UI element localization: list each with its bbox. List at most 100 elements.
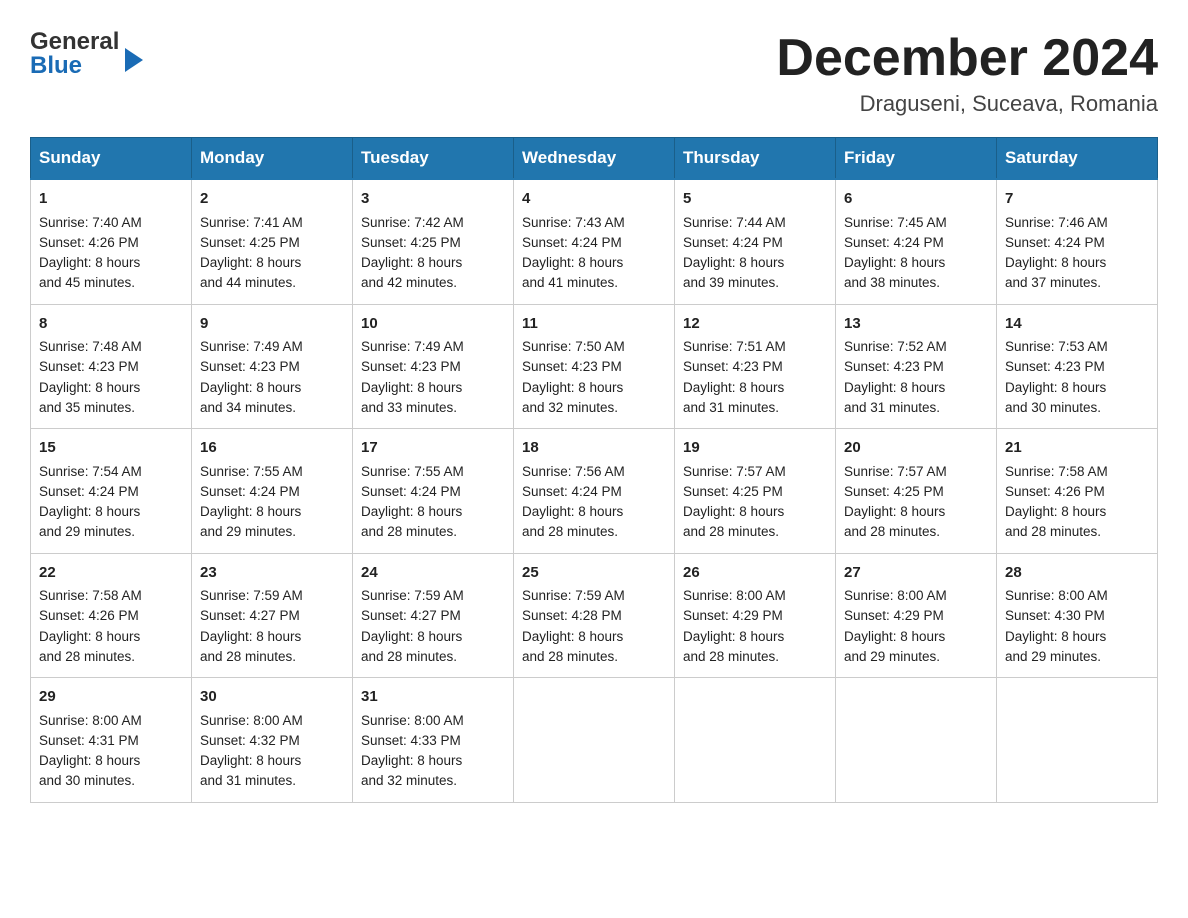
day-info: Daylight: 8 hours xyxy=(844,253,988,273)
day-info: Daylight: 8 hours xyxy=(361,378,505,398)
day-info: Sunset: 4:31 PM xyxy=(39,731,183,751)
day-info: and 42 minutes. xyxy=(361,273,505,293)
day-info: Sunrise: 8:00 AM xyxy=(844,586,988,606)
day-info: Sunset: 4:33 PM xyxy=(361,731,505,751)
day-info: and 32 minutes. xyxy=(522,398,666,418)
day-info: and 28 minutes. xyxy=(522,647,666,667)
calendar-cell xyxy=(997,678,1158,803)
day-number: 2 xyxy=(200,188,344,211)
day-info: Sunrise: 8:00 AM xyxy=(200,711,344,731)
calendar-cell: 11Sunrise: 7:50 AMSunset: 4:23 PMDayligh… xyxy=(514,304,675,429)
day-number: 18 xyxy=(522,437,666,460)
day-number: 31 xyxy=(361,686,505,709)
day-number: 12 xyxy=(683,313,827,336)
day-number: 4 xyxy=(522,188,666,211)
day-info: Sunrise: 7:55 AM xyxy=(200,462,344,482)
calendar-cell: 2Sunrise: 7:41 AMSunset: 4:25 PMDaylight… xyxy=(192,179,353,304)
week-row-2: 8Sunrise: 7:48 AMSunset: 4:23 PMDaylight… xyxy=(31,304,1158,429)
calendar-cell: 14Sunrise: 7:53 AMSunset: 4:23 PMDayligh… xyxy=(997,304,1158,429)
calendar-cell: 27Sunrise: 8:00 AMSunset: 4:29 PMDayligh… xyxy=(836,553,997,678)
day-info: Sunset: 4:23 PM xyxy=(39,357,183,377)
day-info: Sunset: 4:24 PM xyxy=(39,482,183,502)
calendar-cell: 28Sunrise: 8:00 AMSunset: 4:30 PMDayligh… xyxy=(997,553,1158,678)
calendar-cell: 18Sunrise: 7:56 AMSunset: 4:24 PMDayligh… xyxy=(514,429,675,554)
day-info: and 38 minutes. xyxy=(844,273,988,293)
day-info: Daylight: 8 hours xyxy=(522,627,666,647)
day-info: Sunset: 4:25 PM xyxy=(683,482,827,502)
day-info: Sunrise: 7:59 AM xyxy=(361,586,505,606)
day-info: Daylight: 8 hours xyxy=(1005,253,1149,273)
day-info: Daylight: 8 hours xyxy=(522,378,666,398)
day-number: 21 xyxy=(1005,437,1149,460)
day-info: Sunrise: 7:49 AM xyxy=(200,337,344,357)
calendar-cell: 3Sunrise: 7:42 AMSunset: 4:25 PMDaylight… xyxy=(353,179,514,304)
day-number: 24 xyxy=(361,562,505,585)
day-info: Sunset: 4:29 PM xyxy=(683,606,827,626)
calendar-table: SundayMondayTuesdayWednesdayThursdayFrid… xyxy=(30,137,1158,803)
day-info: Sunrise: 7:55 AM xyxy=(361,462,505,482)
day-info: and 33 minutes. xyxy=(361,398,505,418)
day-info: Sunrise: 7:44 AM xyxy=(683,213,827,233)
day-info: and 28 minutes. xyxy=(39,647,183,667)
day-number: 3 xyxy=(361,188,505,211)
day-info: and 30 minutes. xyxy=(39,771,183,791)
day-number: 1 xyxy=(39,188,183,211)
day-info: and 31 minutes. xyxy=(844,398,988,418)
day-info: and 35 minutes. xyxy=(39,398,183,418)
calendar-cell: 4Sunrise: 7:43 AMSunset: 4:24 PMDaylight… xyxy=(514,179,675,304)
day-info: and 28 minutes. xyxy=(1005,522,1149,542)
day-number: 17 xyxy=(361,437,505,460)
calendar-cell: 10Sunrise: 7:49 AMSunset: 4:23 PMDayligh… xyxy=(353,304,514,429)
day-info: Sunset: 4:25 PM xyxy=(844,482,988,502)
calendar-cell: 20Sunrise: 7:57 AMSunset: 4:25 PMDayligh… xyxy=(836,429,997,554)
chevron-right-icon xyxy=(125,48,143,72)
day-info: Daylight: 8 hours xyxy=(1005,627,1149,647)
day-info: and 41 minutes. xyxy=(522,273,666,293)
day-info: Daylight: 8 hours xyxy=(683,378,827,398)
day-info: Sunrise: 7:52 AM xyxy=(844,337,988,357)
day-info: Daylight: 8 hours xyxy=(361,253,505,273)
day-info: Sunrise: 7:40 AM xyxy=(39,213,183,233)
page-header: General Blue December 2024 Draguseni, Su… xyxy=(30,30,1158,117)
day-info: and 37 minutes. xyxy=(1005,273,1149,293)
day-info: Daylight: 8 hours xyxy=(844,378,988,398)
day-info: Daylight: 8 hours xyxy=(844,627,988,647)
day-info: Sunset: 4:23 PM xyxy=(361,357,505,377)
day-info: and 45 minutes. xyxy=(39,273,183,293)
logo-text: General Blue xyxy=(30,30,119,78)
logo-icon xyxy=(125,36,143,72)
day-info: and 28 minutes. xyxy=(200,647,344,667)
day-info: Daylight: 8 hours xyxy=(1005,502,1149,522)
day-info: Sunset: 4:24 PM xyxy=(522,233,666,253)
day-info: and 39 minutes. xyxy=(683,273,827,293)
day-info: Daylight: 8 hours xyxy=(1005,378,1149,398)
col-header-thursday: Thursday xyxy=(675,138,836,180)
calendar-cell: 19Sunrise: 7:57 AMSunset: 4:25 PMDayligh… xyxy=(675,429,836,554)
day-info: Sunset: 4:24 PM xyxy=(1005,233,1149,253)
day-info: Sunrise: 7:58 AM xyxy=(1005,462,1149,482)
day-info: Sunrise: 7:48 AM xyxy=(39,337,183,357)
day-info: Sunrise: 7:54 AM xyxy=(39,462,183,482)
day-number: 28 xyxy=(1005,562,1149,585)
day-info: Daylight: 8 hours xyxy=(361,751,505,771)
day-info: Sunset: 4:24 PM xyxy=(361,482,505,502)
calendar-cell: 16Sunrise: 7:55 AMSunset: 4:24 PMDayligh… xyxy=(192,429,353,554)
day-info: Sunrise: 7:45 AM xyxy=(844,213,988,233)
col-header-wednesday: Wednesday xyxy=(514,138,675,180)
day-info: Daylight: 8 hours xyxy=(683,253,827,273)
day-info: Sunset: 4:24 PM xyxy=(683,233,827,253)
day-info: Daylight: 8 hours xyxy=(39,253,183,273)
day-number: 16 xyxy=(200,437,344,460)
day-info: Sunrise: 8:00 AM xyxy=(361,711,505,731)
col-header-sunday: Sunday xyxy=(31,138,192,180)
day-info: Sunrise: 8:00 AM xyxy=(1005,586,1149,606)
day-info: Sunrise: 8:00 AM xyxy=(683,586,827,606)
day-info: Sunset: 4:26 PM xyxy=(1005,482,1149,502)
day-info: Sunset: 4:23 PM xyxy=(1005,357,1149,377)
location: Draguseni, Suceava, Romania xyxy=(776,91,1158,117)
day-info: Sunrise: 7:57 AM xyxy=(683,462,827,482)
day-info: and 28 minutes. xyxy=(844,522,988,542)
calendar-cell: 1Sunrise: 7:40 AMSunset: 4:26 PMDaylight… xyxy=(31,179,192,304)
day-number: 13 xyxy=(844,313,988,336)
calendar-cell: 29Sunrise: 8:00 AMSunset: 4:31 PMDayligh… xyxy=(31,678,192,803)
